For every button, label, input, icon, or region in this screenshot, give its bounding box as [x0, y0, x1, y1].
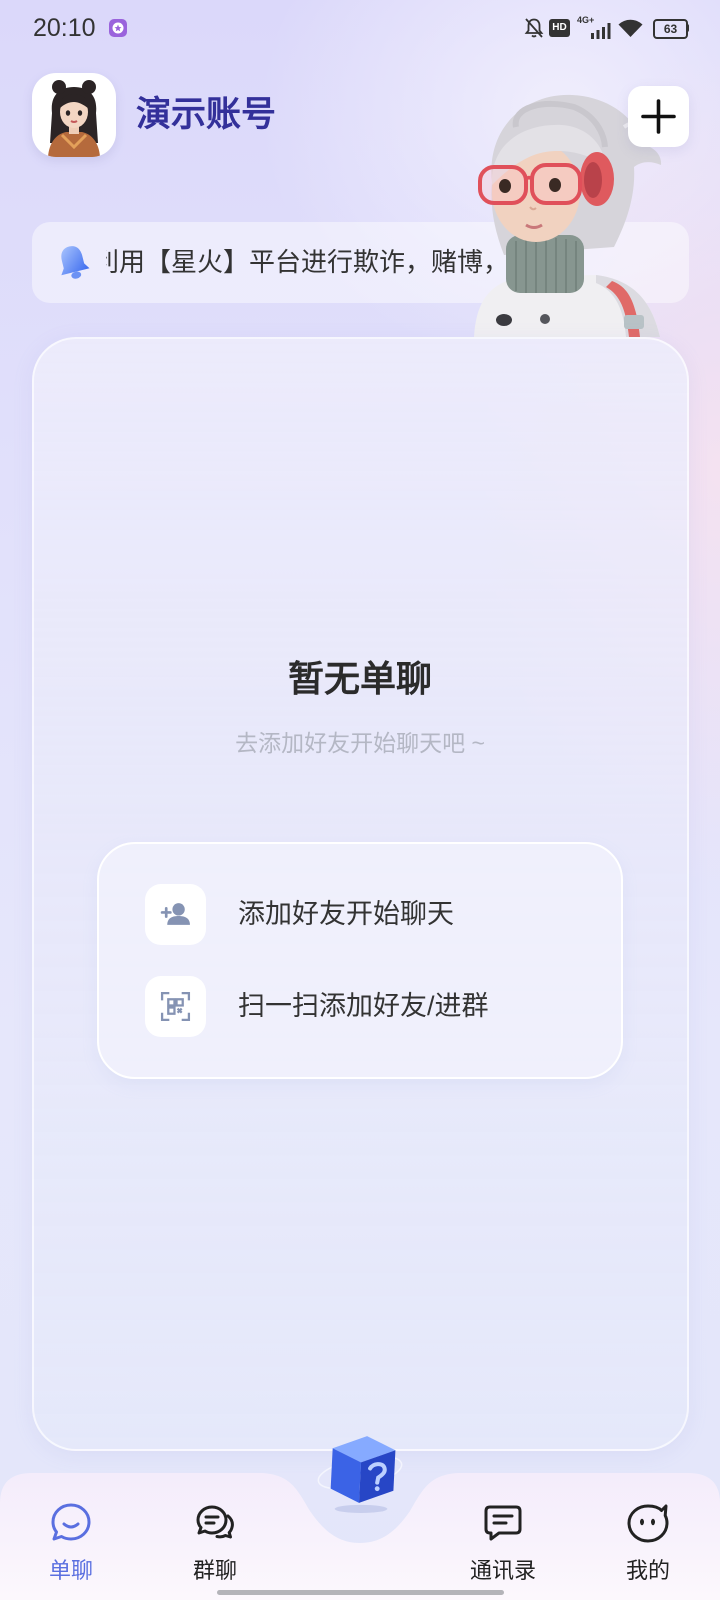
- battery-nub: [686, 24, 689, 32]
- battery-level-text: 63: [663, 22, 678, 36]
- scan-qr-label: 扫一扫添加好友/进群: [238, 991, 489, 1021]
- account-name[interactable]: 演示账号: [136, 93, 276, 137]
- tab-label: 单聊: [48, 1558, 93, 1583]
- tab-single-chat[interactable]: 单聊: [11, 1500, 131, 1590]
- tab-contacts[interactable]: 通讯录: [443, 1500, 563, 1590]
- mystery-box-icon[interactable]: [314, 1430, 406, 1516]
- mute-bell-icon: [524, 17, 544, 39]
- app-notification-icon: [108, 18, 128, 38]
- add-button[interactable]: [628, 86, 689, 147]
- profile-icon: [627, 1502, 669, 1544]
- battery-icon: 63: [653, 19, 688, 39]
- tab-label: 通讯录: [469, 1558, 536, 1583]
- empty-state-subtitle: 去添加好友开始聊天吧 ~: [235, 730, 485, 756]
- plus-icon: [641, 99, 676, 134]
- tab-profile[interactable]: 我的: [588, 1500, 708, 1590]
- scan-qr-icon: [145, 976, 206, 1037]
- status-time: 20:10: [33, 14, 96, 42]
- group-chat-icon: [194, 1502, 236, 1544]
- contacts-icon: [482, 1502, 524, 1544]
- empty-state-title: 暂无单聊: [287, 658, 432, 699]
- add-friend-action[interactable]: 添加好友开始聊天: [99, 884, 621, 945]
- single-chat-icon: [50, 1502, 92, 1544]
- avatar[interactable]: [32, 73, 116, 157]
- add-friend-icon: [145, 884, 206, 945]
- status-bar: 20:10 HD 4G+ 63: [0, 0, 720, 56]
- add-friend-label: 添加好友开始聊天: [238, 899, 454, 929]
- tab-label: 群聊: [192, 1558, 237, 1583]
- home-indicator[interactable]: [217, 1590, 504, 1595]
- tab-group-chat[interactable]: 群聊: [155, 1500, 275, 1590]
- tab-label: 我的: [625, 1558, 670, 1583]
- quick-actions-card: 添加好友开始聊天 扫一扫添加好友/进群: [97, 842, 623, 1079]
- hd-badge: HD: [549, 19, 570, 37]
- cellular-signal-icon: 4G+: [577, 15, 611, 39]
- wifi-icon: [618, 18, 643, 38]
- scan-qr-action[interactable]: 扫一扫添加好友/进群: [99, 976, 621, 1037]
- bell-icon: [53, 242, 93, 282]
